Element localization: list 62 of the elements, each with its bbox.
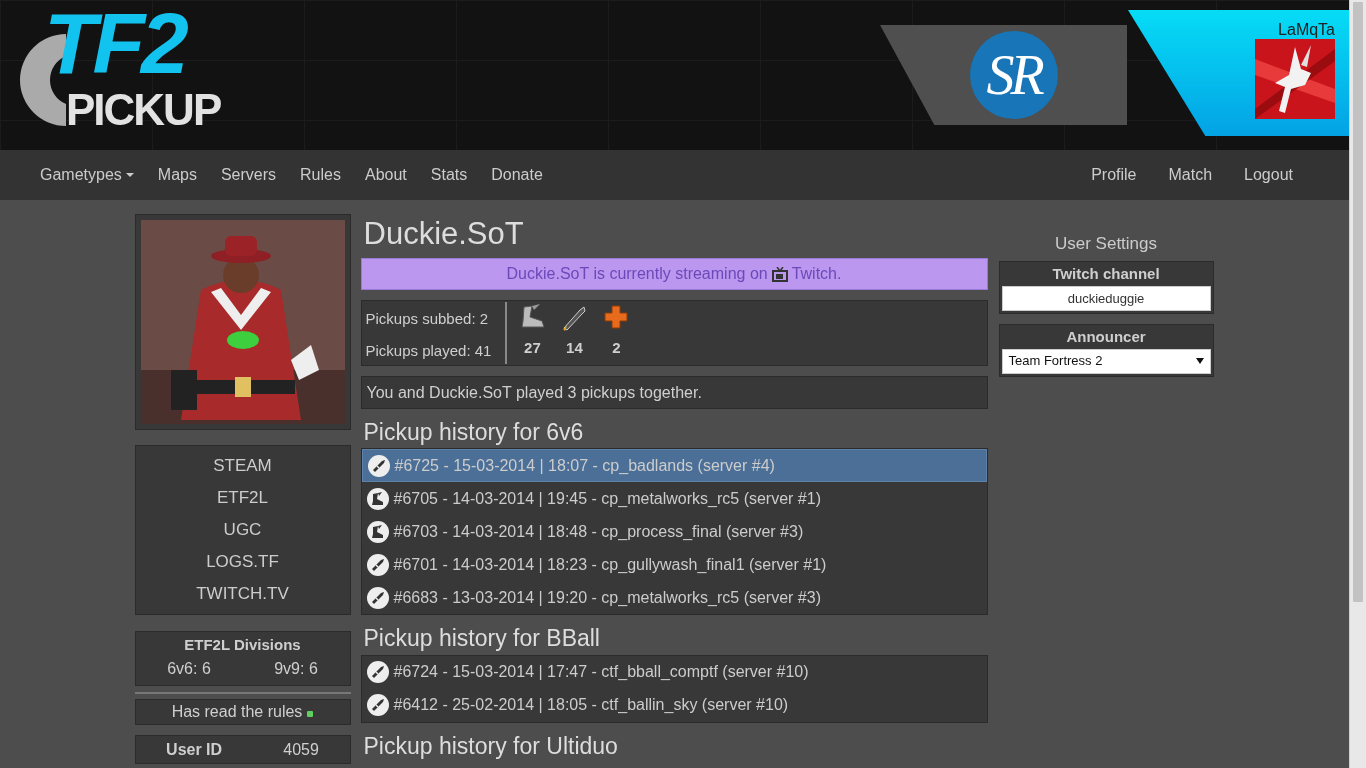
field-value: 4059 <box>283 739 319 760</box>
sponsor-logo: SR <box>969 31 1058 119</box>
boot-icon <box>366 487 389 510</box>
history-text: #6724 - 15-03-2014 | 17:47 - ctf_bball_comptf (server #10) <box>393 662 809 683</box>
boot-icon <box>366 520 389 543</box>
section-heading: User Settings <box>1053 233 1158 255</box>
caret-icon <box>125 173 134 177</box>
history-text: #6725 - 15-03-2014 | 18:07 - cp_badlands (server #4) <box>394 455 775 476</box>
tv-icon <box>771 266 788 282</box>
nav-link[interactable]: Servers <box>208 150 289 200</box>
account-link[interactable]: STEAM <box>135 450 350 482</box>
account-link[interactable]: ETF2L <box>135 482 350 514</box>
info-text: You and Duckie.SoT played 3 pickups together. <box>360 376 988 409</box>
field-label: Twitch channel <box>1051 263 1161 284</box>
class-count: 2 <box>612 338 621 358</box>
class-count: 27 <box>524 338 541 358</box>
history-row[interactable]: #6724 - 15-03-2014 | 17:47 - ctf_bball_comptf (server #10) <box>361 655 987 689</box>
logo[interactable]: TF2 PICKUP <box>14 8 224 138</box>
player-name: Duckie.SoT <box>363 218 525 249</box>
nav-link[interactable]: Match <box>1152 150 1229 200</box>
section-heading: Pickup history for BBall <box>363 625 601 652</box>
nav-link[interactable]: Profile <box>1075 150 1153 200</box>
account-link[interactable]: LOGS.TF <box>135 546 350 578</box>
caret-icon <box>1195 358 1204 364</box>
history-row[interactable]: #6703 - 14-03-2014 | 18:48 - cp_process_final (server #3) <box>361 515 987 549</box>
stat-text: Pickups played: 41 <box>365 340 492 361</box>
rules-text: Has read the rules <box>171 701 303 722</box>
division-text: 9v9: 6 <box>274 658 318 679</box>
username[interactable]: LaMqTa <box>1278 18 1335 42</box>
history-text: #6703 - 14-03-2014 | 18:48 - cp_process_final (server #3) <box>393 521 804 542</box>
history-row[interactable]: #6412 - 25-02-2014 | 18:05 - ctf_ballin_sky (server #10) <box>361 688 987 722</box>
nav-link[interactable]: Maps <box>145 150 209 200</box>
nav-link[interactable]: Logout <box>1228 150 1309 200</box>
history-row[interactable]: #6701 - 14-03-2014 | 18:23 - cp_gullywash_final1 (server #1) <box>361 548 987 582</box>
section-heading: Pickup history for 6v6 <box>363 419 585 446</box>
history-text: #6412 - 25-02-2014 | 18:05 - ctf_ballin_sky (server #10) <box>393 695 789 716</box>
section-heading: Pickup history for Ultiduo <box>363 732 619 760</box>
sponsor-banner[interactable]: SR <box>880 25 1127 125</box>
input-field[interactable]: duckieduggie <box>1001 285 1211 311</box>
panel-title: ETF2L Divisions <box>183 635 302 655</box>
nav-link[interactable]: Rules <box>288 150 353 200</box>
scrollbar[interactable] <box>1349 0 1366 768</box>
division-text: 6v6: 6 <box>167 658 211 679</box>
history-row[interactable]: #6705 - 14-03-2014 | 19:45 - cp_metalworks_rc5 (server #1) <box>361 482 987 516</box>
history-text: #6683 - 13-03-2014 | 19:20 - cp_metalworks_rc5 (server #3) <box>393 587 821 608</box>
nav-link[interactable]: Gametypes <box>28 150 146 200</box>
nav-link[interactable]: Donate <box>479 150 555 200</box>
cross-icon <box>602 303 631 331</box>
history-text: #6701 - 14-03-2014 | 18:23 - cp_gullywash_final1 (server #1) <box>393 554 827 575</box>
boot-icon <box>518 303 547 331</box>
history-text: #6705 - 14-03-2014 | 19:45 - cp_metalworks_rc5 (server #1) <box>393 488 821 509</box>
nav-link[interactable]: About <box>352 150 419 200</box>
dropdown-field[interactable]: Team Fortress 2 <box>1001 348 1211 374</box>
account-link[interactable]: TWITCH.TV <box>135 578 350 610</box>
stat-text: Pickups subbed: 2 <box>365 309 490 329</box>
field-label: User ID <box>166 739 223 760</box>
class-count: 14 <box>566 338 583 358</box>
account-link[interactable]: UGC <box>135 514 350 546</box>
history-row[interactable]: #6683 - 13-03-2014 | 19:20 - cp_metalworks_rc5 (server #3) <box>361 581 987 615</box>
nav-link[interactable]: Stats <box>418 150 480 200</box>
field-label: Announcer <box>1065 326 1147 347</box>
stream-text: Duckie.SoT is currently streaming on <box>506 264 768 284</box>
